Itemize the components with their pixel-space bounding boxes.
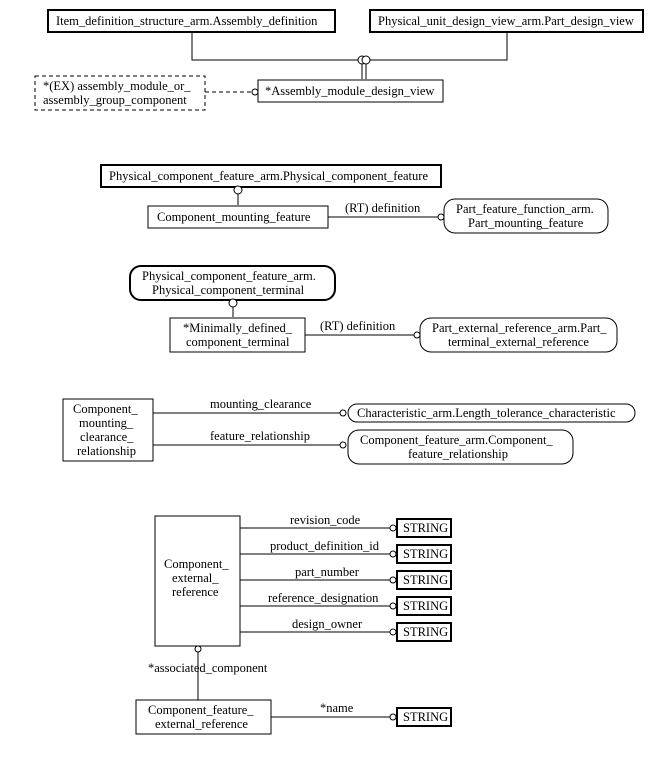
attr-marker <box>390 714 396 720</box>
edge-feature-relationship: feature_relationship <box>210 429 310 443</box>
edge-name: *name <box>320 701 354 715</box>
label-phys-comp-term-l1: Physical_component_feature_arm. <box>142 269 316 283</box>
attr-marker <box>340 442 346 448</box>
label-comp-feat-rel-l1: Component_feature_arm.Component_ <box>360 433 553 447</box>
attr-label-0: revision_code <box>290 513 361 527</box>
label-phys-comp-term-l2: Physical_component_terminal <box>152 283 305 297</box>
attr-marker <box>195 646 201 652</box>
attr-marker <box>414 332 420 338</box>
edge-associated-component: *associated_component <box>148 661 268 675</box>
attr-row: product_definition_id STRING <box>240 539 451 563</box>
edge-rt-definition-2: (RT) definition <box>320 319 396 333</box>
inherit-marker <box>234 186 242 194</box>
label-cmcr-l1: Component_ <box>73 402 138 416</box>
attr-type-4: STRING <box>403 625 448 639</box>
attr-label-2: part_number <box>295 565 360 579</box>
label-constraint-l1: *(EX) assembly_module_or_ <box>43 79 191 93</box>
attr-label-1: product_definition_id <box>270 539 380 553</box>
label-part-mounting-feature-l2: Part_mounting_feature <box>468 216 584 230</box>
label-part-mounting-feature-l1: Part_feature_function_arm. <box>456 202 594 216</box>
attr-row: design_owner STRING <box>240 617 451 641</box>
edge-rt-definition-1: (RT) definition <box>345 201 421 215</box>
label-physical-component-feature: Physical_component_feature_arm.Physical_… <box>109 169 428 183</box>
label-cfer-l1: Component_feature_ <box>148 703 254 717</box>
label-min-def-l2: component_terminal <box>186 335 290 349</box>
label-comp-feat-rel-l2: feature_relationship <box>408 447 508 461</box>
label-cer-l3: reference <box>172 585 219 599</box>
attr-type-2: STRING <box>403 573 448 587</box>
attr-type-3: STRING <box>403 599 448 613</box>
attr-type-0: STRING <box>403 521 448 535</box>
attr-row: reference_designation STRING <box>240 591 451 615</box>
inherit-marker <box>229 299 237 307</box>
edge-mounting-clearance: mounting_clearance <box>210 397 312 411</box>
attr-label-3: reference_designation <box>268 591 379 605</box>
label-part-term-ext-ref-l2: terminal_external_reference <box>448 335 589 349</box>
label-cmcr-l2: mounting_ <box>79 416 134 430</box>
attr-label-4: design_owner <box>292 617 363 631</box>
label-length-tol: Characteristic_arm.Length_tolerance_char… <box>357 406 616 420</box>
label-part-design-view: Physical_unit_design_view_arm.Part_desig… <box>378 14 634 28</box>
attr-type-1: STRING <box>403 547 448 561</box>
label-constraint-l2: assembly_group_component <box>43 93 187 107</box>
label-cer-l1: Component_ <box>164 557 229 571</box>
label-component-mounting-feature: Component_mounting_feature <box>157 210 311 224</box>
label-min-def-l1: *Minimally_defined_ <box>183 321 293 335</box>
inherit-marker <box>362 56 370 64</box>
attr-marker <box>438 214 444 220</box>
label-part-term-ext-ref-l1: Part_external_reference_arm.Part_ <box>432 321 607 335</box>
attr-marker <box>340 410 346 416</box>
label-assembly-module-design-view: *Assembly_module_design_view <box>265 84 434 98</box>
label-assembly-definition: Item_definition_structure_arm.Assembly_d… <box>56 14 318 28</box>
label-cmcr-l4: relationship <box>77 444 136 458</box>
constraint-marker <box>252 89 258 95</box>
attr-row: part_number STRING <box>240 565 451 589</box>
label-cfer-l2: external_reference <box>155 717 248 731</box>
label-cer-l2: external_ <box>172 571 219 585</box>
attr-row: revision_code STRING <box>240 513 451 537</box>
label-bottom-type: STRING <box>403 710 448 724</box>
label-cmcr-l3: clearance_ <box>80 430 134 444</box>
